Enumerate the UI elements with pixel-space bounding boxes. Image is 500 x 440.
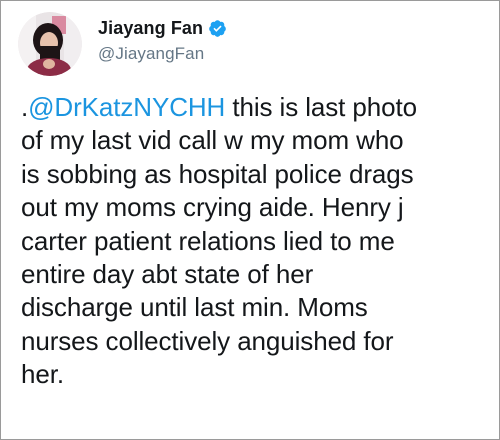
tweet-line: .@DrKatzNYCHH this is last photo (21, 91, 491, 124)
tweet-line: carter patient relations lied to me (21, 225, 395, 256)
user-handle[interactable]: @JiayangFan (98, 44, 227, 64)
tweet-line: discharge until last min. Moms (21, 292, 368, 323)
tweet-line: entire day abt state of her (21, 259, 314, 290)
tweet-line-text: this is last photo (225, 92, 417, 122)
tweet-card: Jiayang Fan @JiayangFan .@DrKatzNYCHH th… (0, 0, 500, 440)
tweet-line: is sobbing as hospital police drags (21, 158, 414, 189)
tweet-line: her. (21, 359, 64, 390)
avatar[interactable] (18, 12, 82, 76)
tweet-line: out my moms crying aide. Henry j (21, 192, 404, 223)
tweet-header: Jiayang Fan @JiayangFan (18, 12, 227, 76)
mention-link[interactable]: @DrKatzNYCHH (28, 92, 225, 122)
display-name[interactable]: Jiayang Fan (98, 18, 203, 39)
avatar-image (18, 12, 82, 76)
verified-badge-icon (208, 19, 227, 38)
user-names: Jiayang Fan @JiayangFan (98, 17, 227, 64)
tweet-line: of my last vid call w my mom who (21, 125, 404, 156)
name-row: Jiayang Fan (98, 17, 227, 41)
tweet-line: nurses collectively anguished for (21, 325, 394, 356)
tweet-text: .@DrKatzNYCHH this is last photo of my l… (21, 91, 491, 392)
